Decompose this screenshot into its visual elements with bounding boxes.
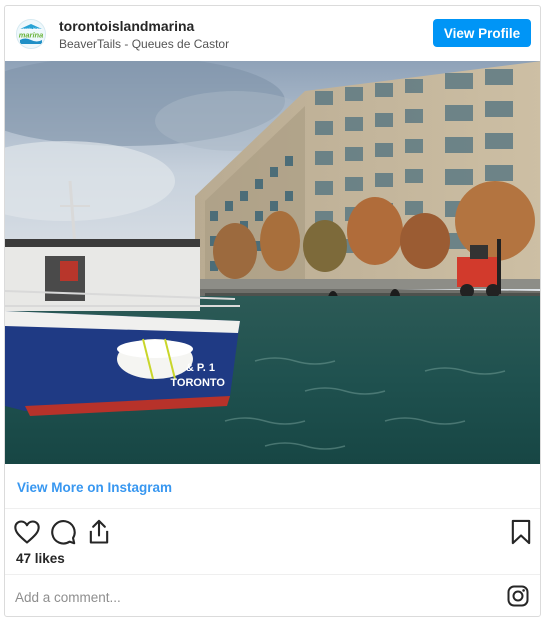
likes-count[interactable]: 47 likes xyxy=(16,551,65,566)
view-profile-button[interactable]: View Profile xyxy=(433,19,531,47)
post-photo[interactable]: & P. 1 TORONTO xyxy=(5,61,540,464)
boat-hull-text-1: & P. 1 xyxy=(186,362,215,374)
instagram-icon[interactable] xyxy=(506,584,530,608)
comment-icon[interactable] xyxy=(49,518,77,546)
location-link[interactable]: BeaverTails - Queues de Castor xyxy=(59,37,229,51)
view-more-link[interactable]: View More on Instagram xyxy=(17,480,172,495)
logo-text: marina xyxy=(19,31,44,40)
marina-logo: Toronto Island marina xyxy=(17,20,45,48)
share-icon[interactable] xyxy=(85,518,113,546)
divider xyxy=(5,574,540,575)
username[interactable]: torontoislandmarina xyxy=(59,18,194,34)
boat-hull-text-2: TORONTO xyxy=(170,377,225,389)
heart-icon[interactable] xyxy=(13,518,41,546)
post-header: Toronto Island marina torontoislandmarin… xyxy=(5,6,540,61)
bookmark-icon[interactable] xyxy=(507,518,535,546)
divider xyxy=(5,508,540,509)
action-bar xyxy=(5,514,540,554)
instagram-embed-card: Toronto Island marina torontoislandmarin… xyxy=(4,5,541,617)
comment-input[interactable] xyxy=(15,586,475,608)
avatar[interactable]: Toronto Island marina xyxy=(16,19,46,49)
